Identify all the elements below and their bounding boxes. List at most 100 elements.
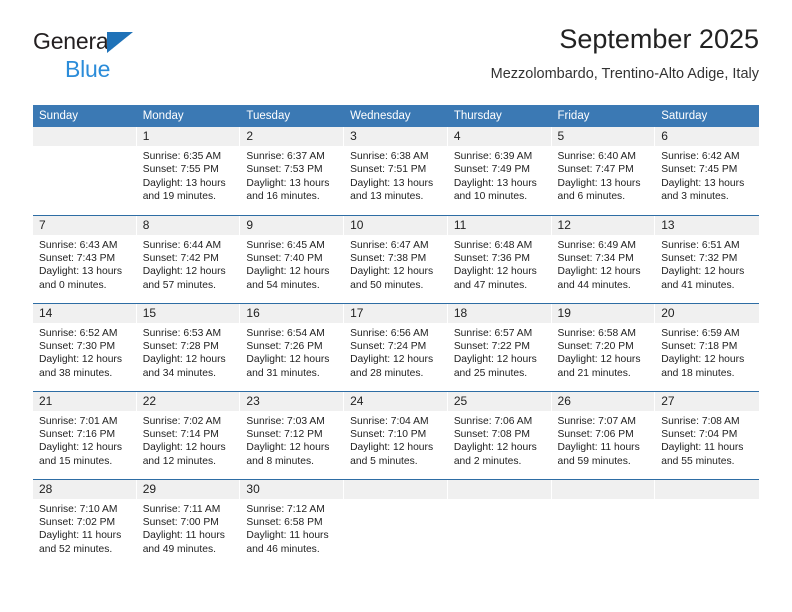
calendar-day-cell[interactable]: 11 Sunrise: 6:48 AM Sunset: 7:36 PM Dayligh…	[447, 214, 552, 303]
sunrise-time: Sunrise: 7:06 AM	[453, 415, 533, 427]
day-details: Sunrise: 6:47 AM Sunset: 7:38 PM Daylight:…	[344, 235, 448, 293]
sunrise-time: Sunrise: 6:49 AM	[557, 239, 636, 251]
calendar-day-cell[interactable]: 9 Sunrise: 6:45 AM Sunset: 7:40 PM Daylight…	[240, 214, 345, 303]
day-number	[447, 479, 552, 499]
calendar-day-cell[interactable]: 6 Sunrise: 6:42 AM Sunset: 7:45 PM Daylight…	[655, 127, 759, 215]
daylight-line-2: and 8 minutes.	[246, 455, 314, 467]
day-details: Sunrise: 6:57 AM Sunset: 7:22 PM Daylight:…	[448, 323, 552, 381]
brand-name-general: General	[33, 28, 114, 54]
daylight-line-2: and 15 minutes.	[39, 455, 113, 467]
calendar-day-cell[interactable]: 21 Sunrise: 7:01 AM Sunset: 7:16 PM Dayligh…	[33, 390, 137, 479]
calendar-day-cell[interactable]: 13 Sunrise: 6:51 AM Sunset: 7:32 PM Dayligh…	[655, 214, 759, 303]
day-details: Sunrise: 6:59 AM Sunset: 7:18 PM Daylight:…	[655, 323, 759, 381]
daylight-line-2: and 41 minutes.	[661, 279, 735, 291]
sunset-time: Sunset: 7:40 PM	[246, 252, 323, 264]
daylight-line-2: and 21 minutes.	[557, 367, 631, 379]
day-number: 18	[447, 303, 552, 323]
calendar-day-cell[interactable]: 25 Sunrise: 7:06 AM Sunset: 7:08 PM Dayligh…	[447, 390, 552, 479]
triangle-icon	[107, 32, 133, 53]
sunset-time: Sunset: 7:36 PM	[453, 252, 530, 264]
day-number: 9	[240, 215, 345, 235]
calendar-day-cell[interactable]: 8 Sunrise: 6:44 AM Sunset: 7:42 PM Daylight…	[136, 214, 241, 303]
daylight-line-2: and 55 minutes.	[661, 455, 735, 467]
weekday-header-sunday: Sunday	[33, 105, 137, 127]
calendar-day-cell[interactable]: 3 Sunrise: 6:38 AM Sunset: 7:51 PM Daylight…	[344, 127, 448, 215]
calendar-day-cell[interactable]: 10 Sunrise: 6:47 AM Sunset: 7:38 PM Dayligh…	[344, 214, 448, 303]
daylight-line-1: Daylight: 12 hours	[246, 442, 330, 454]
calendar-day-cell[interactable]: 27 Sunrise: 7:08 AM Sunset: 7:04 PM Dayligh…	[655, 390, 759, 479]
day-number: 6	[655, 127, 759, 146]
day-number: 17	[344, 303, 448, 323]
sunset-time: Sunset: 7:06 PM	[557, 428, 634, 440]
sunrise-time: Sunrise: 6:44 AM	[142, 239, 222, 251]
day-number: 14	[33, 303, 137, 323]
calendar-day-cell[interactable]: 30 Sunrise: 7:12 AM Sunset: 6:58 PM Dayligh…	[240, 478, 345, 567]
sunrise-time: Sunrise: 6:37 AM	[246, 151, 325, 162]
daylight-line-1: Daylight: 13 hours	[557, 177, 641, 189]
day-details: Sunrise: 7:08 AM Sunset: 7:04 PM Daylight:…	[655, 411, 759, 469]
calendar-day-cell[interactable]: 29 Sunrise: 7:11 AM Sunset: 7:00 PM Dayligh…	[136, 478, 241, 567]
calendar-day-cell[interactable]: 20 Sunrise: 6:59 AM Sunset: 7:18 PM Dayligh…	[655, 302, 759, 391]
calendar-day-cell[interactable]: 15 Sunrise: 6:53 AM Sunset: 7:28 PM Dayligh…	[136, 302, 241, 391]
calendar-day-cell[interactable]: 19 Sunrise: 6:58 AM Sunset: 7:20 PM Dayligh…	[551, 302, 656, 391]
calendar-day-cell[interactable]: 18 Sunrise: 6:57 AM Sunset: 7:22 PM Dayligh…	[447, 302, 552, 391]
calendar-day-cell[interactable]: 23 Sunrise: 7:03 AM Sunset: 7:12 PM Dayligh…	[240, 390, 345, 479]
sunrise-time: Sunrise: 6:38 AM	[350, 151, 429, 162]
daylight-line-1: Daylight: 11 hours	[39, 530, 122, 542]
daylight-line-1: Daylight: 13 hours	[453, 177, 537, 189]
day-number: 22	[136, 391, 241, 411]
daylight-line-2: and 52 minutes.	[39, 543, 113, 555]
daylight-line-1: Daylight: 12 hours	[350, 354, 434, 366]
calendar-day-cell[interactable]: 14 Sunrise: 6:52 AM Sunset: 7:30 PM Dayligh…	[33, 302, 137, 391]
sunrise-time: Sunrise: 7:01 AM	[39, 415, 118, 427]
day-number: 27	[655, 391, 759, 411]
sunset-time: Sunset: 7:16 PM	[39, 428, 116, 440]
calendar-day-cell[interactable]: 4 Sunrise: 6:39 AM Sunset: 7:49 PM Daylight…	[447, 127, 552, 215]
calendar-page: General Blue September 2025 Mezzolombard…	[0, 0, 792, 612]
sunrise-time: Sunrise: 6:54 AM	[246, 327, 325, 339]
sunset-time: Sunset: 7:14 PM	[142, 428, 219, 440]
daylight-line-1: Daylight: 12 hours	[350, 442, 434, 454]
daylight-line-2: and 44 minutes.	[557, 279, 631, 291]
day-details: Sunrise: 6:43 AM Sunset: 7:43 PM Daylight:…	[33, 235, 137, 293]
day-number: 25	[447, 391, 552, 411]
daylight-line-1: Daylight: 12 hours	[246, 266, 330, 278]
daylight-line-2: and 38 minutes.	[39, 367, 113, 379]
day-number	[344, 479, 448, 499]
calendar-day-cell[interactable]: 12 Sunrise: 6:49 AM Sunset: 7:34 PM Dayligh…	[551, 214, 656, 303]
calendar-day-cell[interactable]: 17 Sunrise: 6:56 AM Sunset: 7:24 PM Dayligh…	[344, 302, 448, 391]
day-details: Sunrise: 6:37 AM Sunset: 7:53 PM Daylight:…	[240, 146, 344, 204]
daylight-line-2: and 31 minutes.	[246, 367, 320, 379]
calendar-day-cell[interactable]: 1 Sunrise: 6:35 AM Sunset: 7:55 PM Daylight…	[136, 127, 241, 215]
calendar-day-cell[interactable]: 7 Sunrise: 6:43 AM Sunset: 7:43 PM Daylight…	[33, 214, 137, 303]
day-number: 5	[551, 127, 656, 146]
daylight-line-1: Daylight: 13 hours	[39, 266, 122, 278]
calendar-day-cell-empty	[655, 478, 759, 567]
day-number: 21	[33, 391, 137, 411]
sunrise-time: Sunrise: 6:51 AM	[661, 239, 740, 251]
calendar-day-cell[interactable]: 22 Sunrise: 7:02 AM Sunset: 7:14 PM Dayligh…	[136, 390, 241, 479]
daylight-line-1: Daylight: 12 hours	[142, 442, 226, 454]
daylight-line-2: and 6 minutes.	[557, 191, 626, 203]
calendar-day-cell[interactable]: 5 Sunrise: 6:40 AM Sunset: 7:47 PM Daylight…	[551, 127, 656, 215]
calendar-day-cell[interactable]: 26 Sunrise: 7:07 AM Sunset: 7:06 PM Dayligh…	[551, 390, 656, 479]
calendar-day-cell[interactable]: 2 Sunrise: 6:37 AM Sunset: 7:53 PM Daylight…	[240, 127, 345, 215]
daylight-line-1: Daylight: 12 hours	[661, 266, 745, 278]
calendar-day-cell[interactable]: 16 Sunrise: 6:54 AM Sunset: 7:26 PM Dayligh…	[240, 302, 345, 391]
sunrise-time: Sunrise: 6:40 AM	[557, 151, 636, 162]
daylight-line-2: and 54 minutes.	[246, 279, 320, 291]
calendar-day-cell[interactable]: 24 Sunrise: 7:04 AM Sunset: 7:10 PM Dayligh…	[344, 390, 448, 479]
day-number: 16	[240, 303, 345, 323]
weekday-header-row: Sunday Monday Tuesday Wednesday Thursday…	[33, 105, 759, 127]
calendar-day-cell[interactable]: 28 Sunrise: 7:10 AM Sunset: 7:02 PM Dayligh…	[33, 478, 137, 567]
day-details: Sunrise: 6:58 AM Sunset: 7:20 PM Daylight:…	[552, 323, 656, 381]
brand-logo[interactable]: General Blue	[33, 30, 243, 88]
daylight-line-2: and 59 minutes.	[557, 455, 631, 467]
sunrise-time: Sunrise: 7:10 AM	[39, 503, 118, 515]
sunset-time: Sunset: 7:47 PM	[557, 164, 634, 176]
calendar-day-cell-empty	[447, 478, 552, 567]
sunrise-time: Sunrise: 6:53 AM	[142, 327, 222, 339]
sunset-time: Sunset: 7:30 PM	[39, 340, 116, 352]
calendar-day-cell-empty	[344, 478, 448, 567]
daylight-line-2: and 5 minutes.	[350, 455, 418, 467]
